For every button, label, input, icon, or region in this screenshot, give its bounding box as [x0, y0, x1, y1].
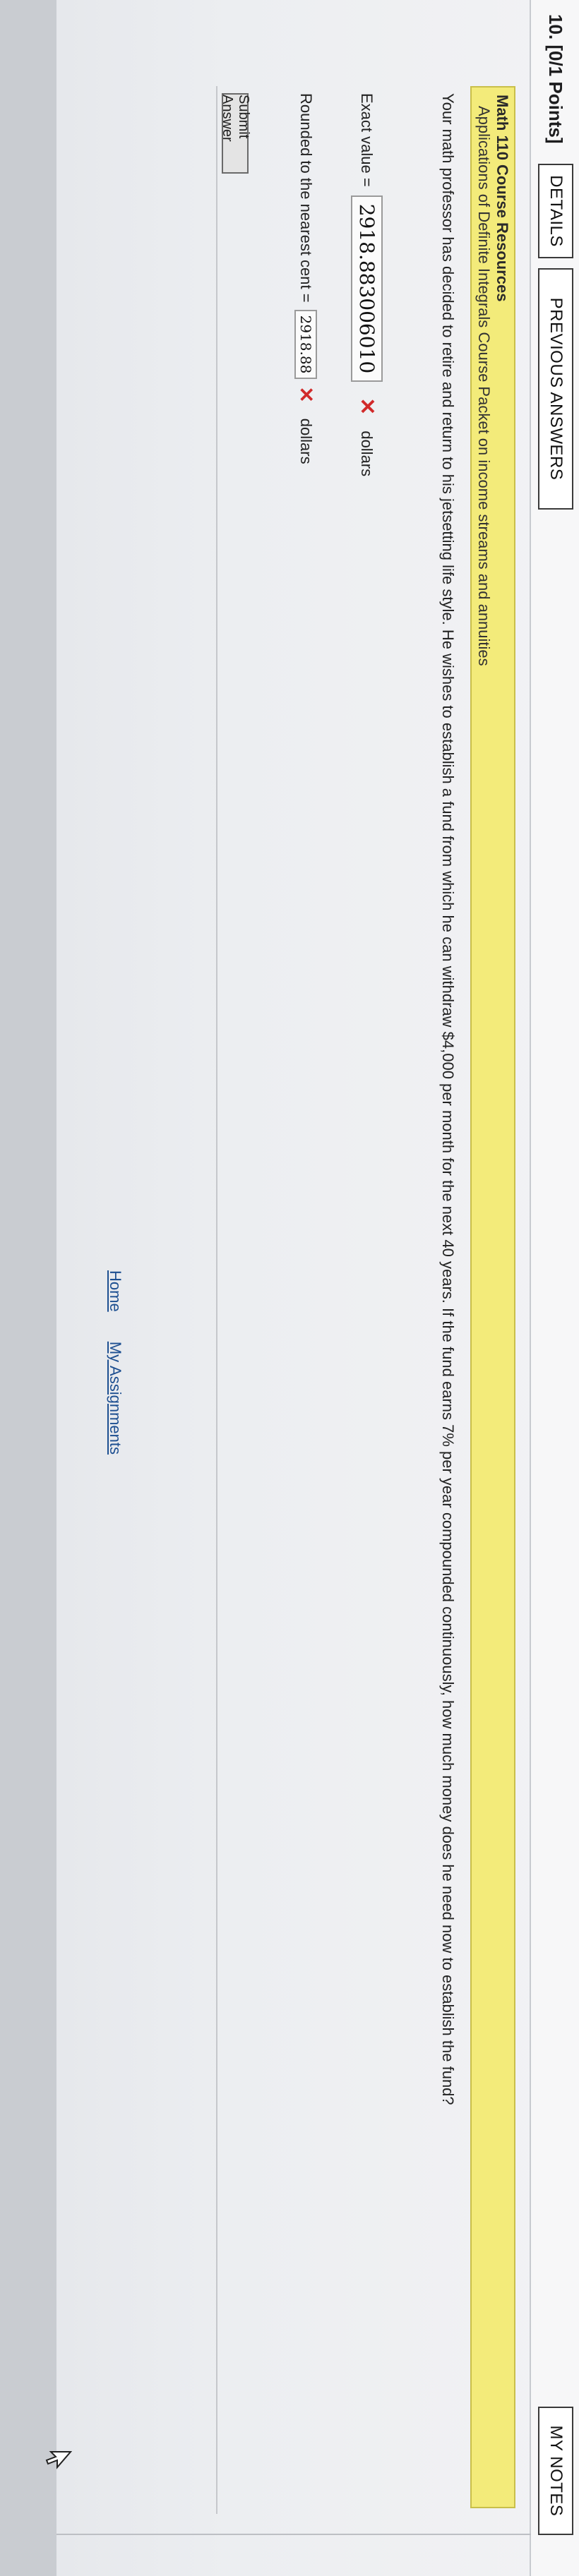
exact-value-row: Exact value = 2918.883006010 ✕ dollars: [351, 93, 383, 476]
footer-links: Home My Assignments: [106, 1270, 124, 1480]
exact-value-unit: dollars: [358, 431, 376, 477]
mouse-pointer-icon: [45, 2451, 72, 2469]
course-resources-box: Math 110 Course Resources Applications o…: [470, 86, 515, 2508]
x-mark-icon: ✕: [355, 397, 378, 416]
my-assignments-link[interactable]: My Assignments: [107, 1342, 124, 1455]
rounded-value-label: Rounded to the nearest cent =: [297, 93, 316, 303]
previous-answers-button[interactable]: PREVIOUS ANSWERS: [538, 268, 573, 510]
exact-value-answer[interactable]: 2918.883006010: [351, 195, 383, 383]
home-link[interactable]: Home: [107, 1270, 124, 1312]
details-button[interactable]: DETAILS: [538, 164, 573, 258]
my-notes-button[interactable]: MY NOTES: [538, 2407, 573, 2535]
assignment-page: 10. [0/1 Points] DETAILS PREVIOUS ANSWER…: [0, 0, 579, 2576]
course-resources-title: Math 110 Course Resources: [494, 95, 511, 302]
divider: [216, 86, 217, 2514]
page-bottom-band: [0, 0, 56, 2576]
course-packet-link[interactable]: Applications of Definite Integrals Cours…: [474, 106, 493, 666]
question-number: 10. [0/1 Points]: [544, 14, 566, 144]
exact-value-label: Exact value =: [358, 93, 376, 187]
submit-answer-button[interactable]: Submit Answer: [220, 93, 251, 174]
rounded-value-unit: dollars: [297, 418, 316, 464]
question-text: Your math professor has decided to retir…: [439, 93, 457, 2105]
rounded-value-answer[interactable]: 2918.88: [294, 309, 318, 380]
x-mark-icon: ✕: [295, 386, 317, 403]
question-content: Math 110 Course Resources Applications o…: [0, 0, 531, 2535]
rounded-value-row: Rounded to the nearest cent = 2918.88 ✕ …: [294, 93, 318, 464]
question-header: 10. [0/1 Points] DETAILS PREVIOUS ANSWER…: [530, 0, 579, 2576]
question-number-text: 10.: [545, 14, 566, 40]
question-points: [0/1 Points]: [545, 44, 566, 144]
